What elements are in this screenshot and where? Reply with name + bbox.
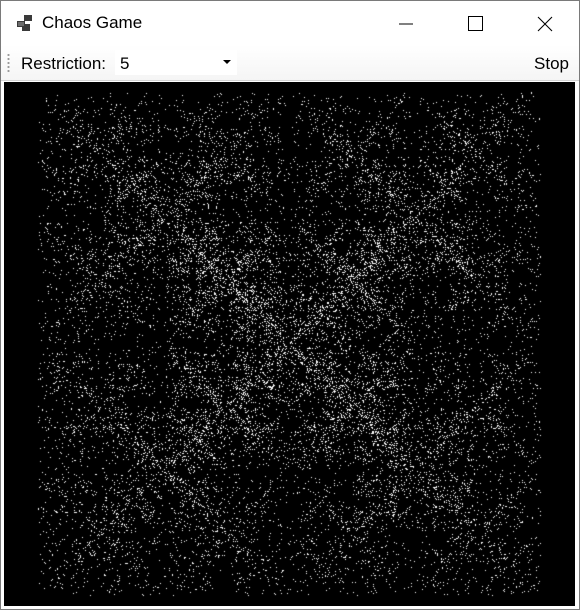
toolbar: Restriction: 5 Stop	[1, 45, 579, 81]
close-icon	[537, 16, 553, 32]
toolbar-grip[interactable]	[7, 53, 10, 73]
restriction-label: Restriction:	[21, 54, 107, 73]
stop-button[interactable]: Stop	[534, 54, 569, 74]
app-window: Chaos Game Restriction: 5 Stop	[0, 0, 580, 610]
chevron-down-icon	[223, 60, 231, 64]
maximize-icon	[468, 16, 483, 31]
maximize-button[interactable]	[452, 1, 498, 45]
minimize-icon	[399, 23, 413, 25]
restriction-value: 5	[120, 54, 130, 73]
window-title: Chaos Game	[42, 13, 143, 32]
fractal-canvas-area	[4, 82, 575, 606]
restriction-dropdown[interactable]: 5	[115, 50, 237, 75]
title-bar[interactable]: Chaos Game	[1, 1, 579, 45]
chaos-game-canvas	[4, 82, 575, 606]
close-button[interactable]	[521, 1, 567, 45]
minimize-button[interactable]	[383, 1, 429, 45]
app-icon	[17, 15, 32, 31]
